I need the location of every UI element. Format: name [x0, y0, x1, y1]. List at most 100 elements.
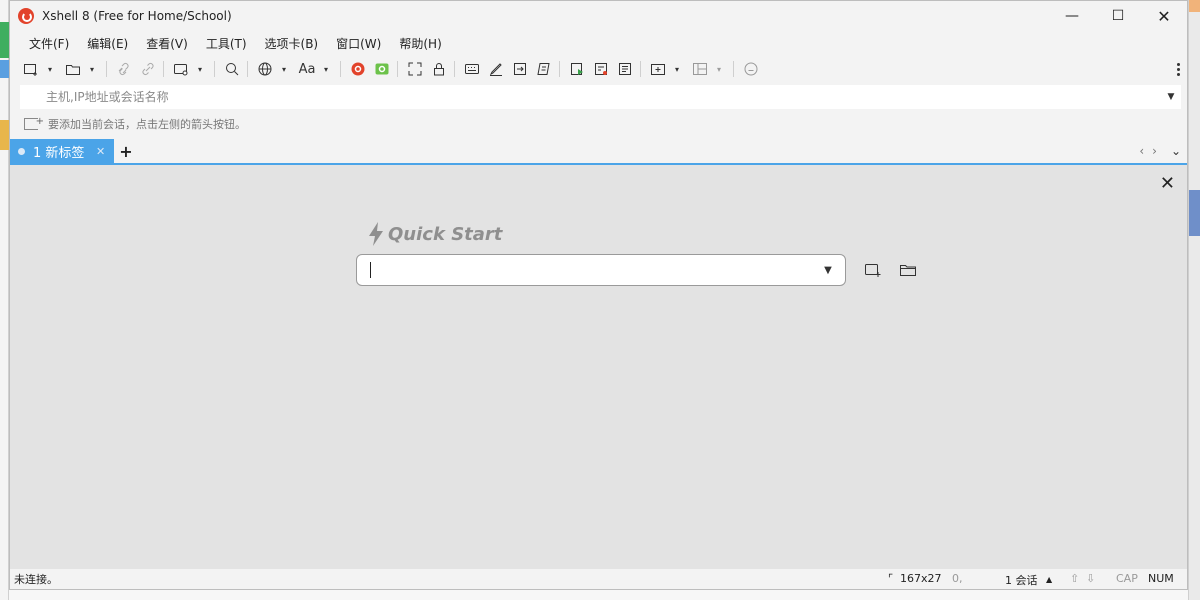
cursor-position: 0, — [952, 572, 963, 585]
fullscreen-icon[interactable] — [404, 58, 426, 80]
window-title: Xshell 8 (Free for Home/School) — [42, 9, 232, 23]
desktop-left-edge — [0, 0, 9, 600]
compose-icon[interactable] — [590, 58, 612, 80]
toolbar-separator — [106, 61, 107, 77]
menu-file[interactable]: 文件(F) — [20, 35, 78, 52]
close-window-button[interactable]: ✕ — [1141, 1, 1187, 31]
open-folder-icon[interactable] — [62, 58, 84, 80]
menu-tab[interactable]: 选项卡(B) — [256, 35, 328, 52]
toolbar-separator — [163, 61, 164, 77]
tab-list-icon[interactable]: ⌄ — [1171, 144, 1181, 158]
desktop-app-sliver — [0, 22, 9, 58]
new-session-button[interactable] — [861, 259, 885, 281]
text-caret — [370, 262, 371, 278]
quick-start-field: ▼ — [356, 254, 846, 286]
desktop-bottom-edge — [9, 589, 1188, 600]
address-bar: ▼ — [20, 85, 1181, 109]
upload-arrow-icon: ⇧ — [1070, 572, 1080, 585]
menu-help[interactable]: 帮助(H) — [390, 35, 450, 52]
open-session-button[interactable] — [896, 259, 920, 281]
open-folder-icon — [900, 265, 916, 276]
session-count: 1 会话 — [1005, 574, 1038, 587]
menu-window[interactable]: 窗口(W) — [327, 35, 390, 52]
chevron-up-icon[interactable]: ▲ — [1046, 575, 1052, 584]
new-session-icon[interactable] — [20, 58, 42, 80]
toolbar-separator — [340, 61, 341, 77]
xshell-logo-icon — [18, 8, 34, 24]
terminal-size-icon: ⌜ — [888, 572, 894, 585]
desktop-app-sliver — [0, 120, 9, 150]
chevron-down-icon[interactable]: ▼ — [1161, 92, 1181, 102]
toolbar-separator — [733, 61, 734, 77]
tab-label: 1 新标签 — [33, 145, 85, 161]
font-icon[interactable]: Aa — [296, 58, 318, 80]
chat-icon[interactable] — [740, 58, 762, 80]
chevron-down-icon[interactable]: ▾ — [44, 58, 56, 80]
tab-close-icon[interactable]: ✕ — [96, 145, 114, 158]
toolbar-separator — [640, 61, 641, 77]
toolbar-separator — [559, 61, 560, 77]
num-lock-indicator: NUM — [1148, 572, 1174, 585]
chevron-down-icon[interactable]: ▾ — [194, 58, 206, 80]
tab-new[interactable]: 1 新标签 ✕ — [10, 139, 114, 163]
chevron-down-icon[interactable]: ▾ — [320, 58, 332, 80]
xshell-window: Xshell 8 (Free for Home/School) — ☐ ✕ 文件… — [9, 0, 1188, 590]
add-tab-icon[interactable] — [647, 58, 669, 80]
quick-start-title: Quick Start — [388, 223, 503, 245]
menu-bar: 文件(F) 编辑(E) 查看(V) 工具(T) 选项卡(B) 窗口(W) 帮助(… — [10, 31, 1187, 55]
quick-start-heading: Quick Start — [366, 221, 502, 247]
title-bar: Xshell 8 (Free for Home/School) — ☐ ✕ — [10, 1, 1187, 31]
desktop-right-edge — [1188, 0, 1200, 600]
screen-icon[interactable] — [170, 58, 192, 80]
tab-next-icon[interactable]: › — [1152, 144, 1157, 158]
session-hint-text: 要添加当前会话，点击左侧的箭头按钮。 — [48, 118, 246, 131]
menu-view[interactable]: 查看(V) — [137, 35, 197, 52]
menu-edit[interactable]: 编辑(E) — [78, 35, 137, 52]
status-bar: 未连接。 ⌜ 167x27 0, 1 会话 ▲ ⇧ ⇩ CAP NUM — [10, 569, 1187, 589]
transfer-icon[interactable] — [509, 58, 531, 80]
run-icon[interactable] — [566, 58, 588, 80]
session-hint-bar: 要添加当前会话，点击左侧的箭头按钮。 — [10, 109, 1187, 139]
xshell-icon[interactable] — [347, 58, 369, 80]
layout-icon[interactable] — [689, 58, 711, 80]
search-icon[interactable] — [221, 58, 243, 80]
tab-bar: 1 新标签 ✕ + ‹ › ⌄ — [10, 139, 1187, 165]
terminal-size: 167x27 — [900, 572, 942, 585]
globe-icon[interactable] — [254, 58, 276, 80]
chevron-down-icon[interactable]: ▾ — [671, 58, 683, 80]
toolbar: ▾ ▾ ▾ ▾ Aa ▾ ▾ ▾ — [10, 55, 1187, 83]
xftp-icon[interactable] — [371, 58, 393, 80]
host-address-input[interactable] — [20, 86, 1161, 108]
chevron-down-icon[interactable]: ▾ — [713, 58, 725, 80]
caps-lock-indicator: CAP — [1116, 572, 1138, 585]
add-tab-button[interactable]: + — [114, 139, 138, 163]
toolbar-separator — [247, 61, 248, 77]
menu-tools[interactable]: 工具(T) — [197, 35, 256, 52]
terminal-area: ✕ Quick Start ▼ — [10, 165, 1187, 569]
toolbar-separator — [214, 61, 215, 77]
chevron-down-icon[interactable]: ▾ — [86, 58, 98, 80]
tab-prev-icon[interactable]: ‹ — [1139, 144, 1144, 158]
add-session-icon[interactable] — [24, 116, 44, 130]
quick-start-input[interactable] — [357, 257, 811, 283]
chevron-down-icon[interactable]: ▾ — [278, 58, 290, 80]
lock-icon[interactable] — [428, 58, 450, 80]
desktop-app-sliver — [0, 60, 9, 78]
note-icon[interactable] — [533, 58, 555, 80]
tab-navigation: ‹ › ⌄ — [1139, 139, 1181, 163]
log-icon[interactable] — [614, 58, 636, 80]
desktop-app-sliver — [1189, 0, 1200, 12]
disconnect-icon[interactable] — [113, 58, 135, 80]
minimize-button[interactable]: — — [1049, 1, 1095, 31]
close-quick-start-button[interactable]: ✕ — [1160, 173, 1175, 194]
chevron-down-icon[interactable]: ▼ — [811, 265, 845, 276]
toolbar-separator — [397, 61, 398, 77]
script-icon[interactable] — [485, 58, 507, 80]
reconnect-icon[interactable] — [137, 58, 159, 80]
tab-status-dot-icon — [18, 147, 25, 155]
download-arrow-icon: ⇩ — [1086, 572, 1096, 585]
keyboard-icon[interactable] — [461, 58, 483, 80]
maximize-button[interactable]: ☐ — [1095, 1, 1141, 31]
toolbar-separator — [454, 61, 455, 77]
toolbar-more-icon[interactable] — [1173, 59, 1183, 79]
